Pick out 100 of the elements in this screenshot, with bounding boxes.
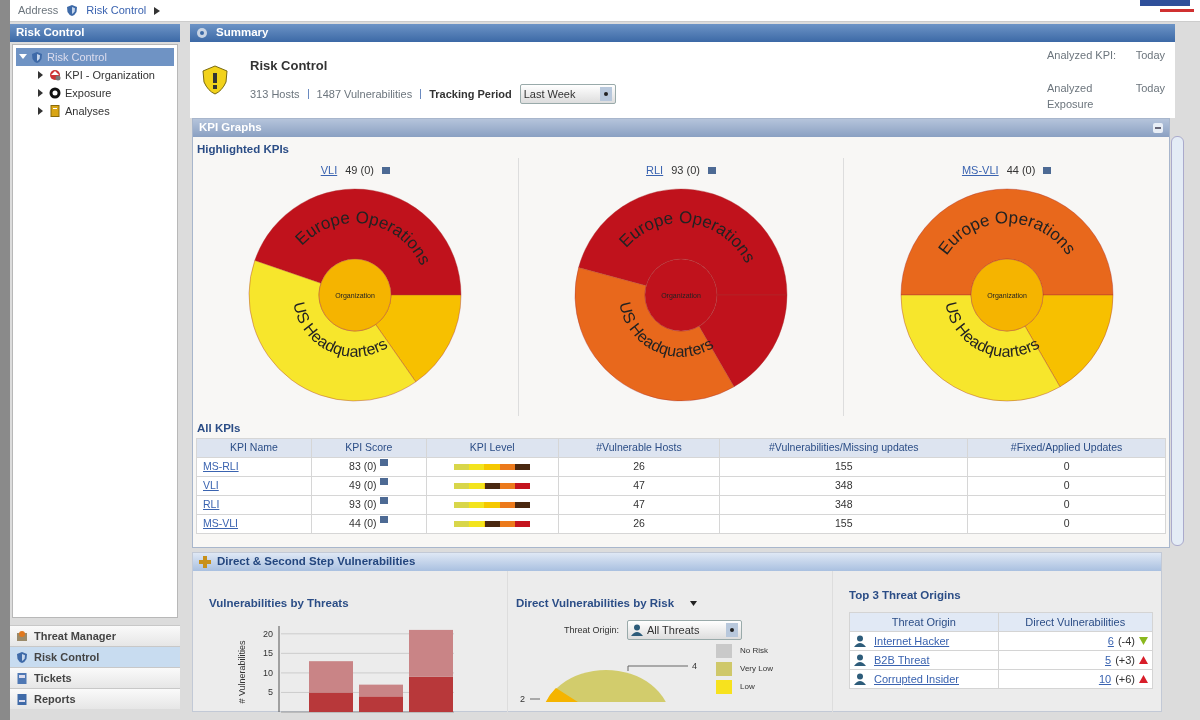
period-dropdown[interactable]: Last Week <box>519 83 616 104</box>
target-icon <box>49 69 61 81</box>
section-title: Highlighted KPIs <box>196 142 290 157</box>
collapse-icon <box>1153 123 1163 133</box>
chart-icon[interactable] <box>707 167 716 174</box>
person-icon <box>854 635 866 648</box>
column-header[interactable]: Threat Origin <box>849 612 998 632</box>
column-header[interactable]: Direct Vulnerabilities <box>998 612 1153 632</box>
kpi-link[interactable]: VLI <box>203 478 219 491</box>
logo <box>1140 0 1194 12</box>
column-header[interactable]: KPI Name <box>196 438 312 457</box>
nav-button[interactable]: Risk Control <box>10 646 180 667</box>
warning-shield-icon <box>200 64 230 96</box>
kpi-score: 49 (0) <box>349 478 377 491</box>
tick-label: 5 <box>268 687 273 698</box>
change-value: (+3) <box>1115 653 1135 668</box>
table-cell: 0 <box>967 495 1166 514</box>
nav-button[interactable]: Reports <box>10 688 180 709</box>
ring-icon <box>49 87 61 99</box>
kpi-link[interactable]: RLI <box>646 162 664 179</box>
table-cell: 155 <box>719 514 968 533</box>
plus-icon <box>199 556 211 568</box>
kpi-score: 44 (0) <box>349 516 377 529</box>
analyzed-value: Today <box>1135 80 1165 96</box>
tick-label: 15 <box>263 648 273 659</box>
nav-button[interactable]: Threat Manager <box>10 625 180 646</box>
host-count: 313 Hosts <box>250 86 300 102</box>
chart-icon[interactable] <box>380 496 389 504</box>
table-cell: 348 <box>719 495 968 514</box>
chart-icon[interactable] <box>380 477 389 485</box>
column-header[interactable]: #Fixed/Applied Updates <box>967 438 1166 457</box>
analyzed-label: Analyzed Exposure <box>1047 80 1095 113</box>
chart-icon[interactable] <box>380 458 389 466</box>
bar <box>359 684 403 697</box>
change-value: (-4) <box>1117 634 1135 649</box>
kpi-score: 93 (0) <box>349 497 377 510</box>
count-link[interactable]: 5 <box>1105 652 1112 669</box>
legend-label: No Risk <box>740 645 768 658</box>
count-link[interactable]: 6 <box>1107 633 1114 650</box>
tree-item[interactable]: KPI - Organization <box>16 66 174 84</box>
shield-icon <box>66 4 79 17</box>
scrollbar[interactable] <box>1171 136 1184 546</box>
kpi-link[interactable]: RLI <box>203 497 220 510</box>
data-label: 4 <box>692 661 697 672</box>
column-header[interactable]: KPI Score <box>311 438 427 457</box>
person-icon <box>854 654 866 667</box>
chart-icon[interactable] <box>380 515 389 523</box>
table-cell: 26 <box>558 514 720 533</box>
analyzed-value: Today <box>1135 48 1165 64</box>
bar <box>409 677 453 713</box>
expanded-caret-icon <box>19 53 27 61</box>
dropdown-caret-icon <box>690 601 698 607</box>
chart-title: Vulnerabilities by Threats <box>209 596 350 611</box>
column-header[interactable]: #Vulnerabilities/Missing updates <box>719 438 968 457</box>
kpi-score: 93 (0) <box>671 163 700 179</box>
collapsed-caret-icon <box>37 71 45 79</box>
section-title: Summary <box>216 25 269 41</box>
chart-icon[interactable] <box>1043 167 1052 174</box>
address-label: Address <box>18 3 59 19</box>
panel-header: Risk Control <box>10 24 180 42</box>
leader-line <box>627 665 689 672</box>
person-icon <box>631 624 644 637</box>
kpi-link[interactable]: MS-VLI <box>961 162 999 179</box>
table-cell: 47 <box>558 476 720 495</box>
legend-label: Low <box>740 681 755 694</box>
column-header[interactable]: #Vulnerable Hosts <box>558 438 720 457</box>
collapsed-caret-icon <box>37 89 45 97</box>
analyzed-label: Analyzed KPI: <box>1047 48 1117 64</box>
table-cell: 0 <box>967 514 1166 533</box>
vulnerability-count: 1487 Vulnerabilities <box>316 86 413 102</box>
tree-item[interactable]: Exposure <box>16 84 174 102</box>
up-triangle-icon <box>1139 656 1148 665</box>
column-header[interactable]: KPI Level <box>426 438 559 457</box>
kpi-score: 83 (0) <box>349 459 377 472</box>
threat-dropdown[interactable]: All Threats <box>627 620 743 641</box>
bar <box>359 696 403 713</box>
chart-icon[interactable] <box>381 167 390 174</box>
panel-title: KPI Graphs <box>199 120 262 136</box>
kpi-score: 44 (0) <box>1006 163 1036 179</box>
table-cell: 155 <box>719 457 968 476</box>
tick-label: 10 <box>263 668 273 679</box>
document-icon <box>16 671 28 685</box>
bar <box>409 630 453 678</box>
person-icon <box>854 673 866 686</box>
caret-icon <box>154 6 161 15</box>
shield-icon <box>16 650 28 664</box>
summary-title: Risk Control <box>250 57 329 76</box>
change-value: (+6) <box>1115 672 1135 687</box>
kpi-link[interactable]: VLI <box>320 162 338 179</box>
legend-label: Very Low <box>740 663 773 676</box>
panel-title: Direct & Second Step Vulnerabilities <box>217 554 416 570</box>
count-link[interactable]: 10 <box>1098 671 1112 688</box>
leader-line <box>529 698 541 700</box>
tree-item[interactable]: Analyses <box>16 102 174 120</box>
table-cell: 0 <box>967 457 1166 476</box>
up-triangle-icon <box>1139 675 1148 684</box>
tracking-label: Tracking Period <box>429 86 512 102</box>
nav-button[interactable]: Tickets <box>10 667 180 688</box>
breadcrumb-link[interactable]: Risk Control <box>86 2 147 19</box>
table-cell: 348 <box>719 476 968 495</box>
